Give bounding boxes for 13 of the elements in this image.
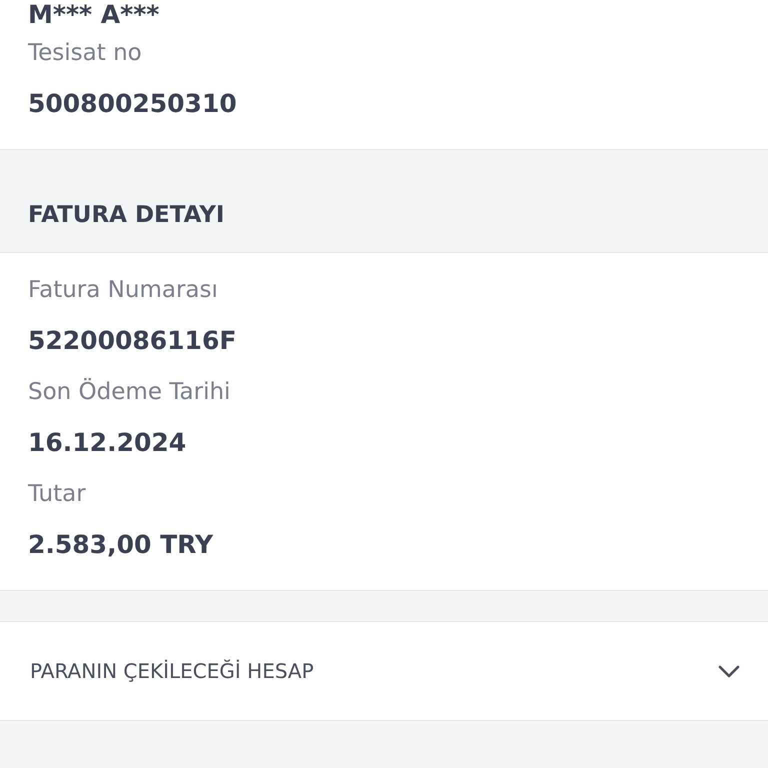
field-value: 16.12.2024 xyxy=(28,427,188,459)
accordion-title: PARANIN ÇEKİLECEĞİ HESAP xyxy=(30,658,314,685)
field-value: 2.583,00 TRY xyxy=(28,529,214,561)
field-label: Tutar xyxy=(28,480,87,509)
field-label: Tesisat no xyxy=(28,39,143,68)
customer-name: M*** A*** xyxy=(28,0,160,30)
chevron-down-icon[interactable] xyxy=(718,664,740,678)
field-label: Son Ödeme Tarihi xyxy=(28,377,232,407)
field-value: 500800250310 xyxy=(28,88,238,120)
field-value: 52200086116F xyxy=(28,325,238,357)
account-accordion[interactable]: PARANIN ÇEKİLECEĞİ HESAP xyxy=(0,621,768,721)
field-label: Fatura Numarası xyxy=(28,276,219,305)
section-title: FATURA DETAYI xyxy=(28,201,226,230)
